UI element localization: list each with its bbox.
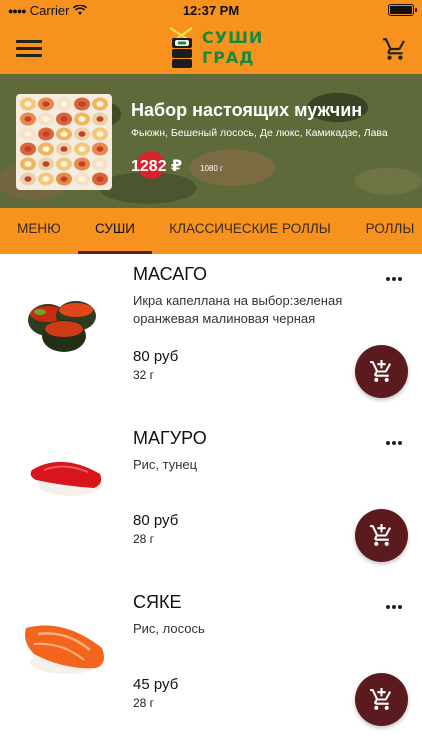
shopping-cart-icon[interactable]	[382, 36, 408, 62]
roll-filling	[24, 176, 32, 182]
item-description: Икра капеллана на выбор:зеленая оранжева…	[133, 293, 343, 326]
item-name: МАГУРО	[133, 428, 207, 448]
item-price: 80 руб	[133, 348, 179, 365]
add-to-cart-button[interactable]	[355, 673, 408, 726]
add-to-cart-icon	[370, 360, 392, 382]
more-options-icon[interactable]	[386, 596, 406, 609]
category-tabs: МЕНЮ СУШИ КЛАССИЧЕСКИЕ РОЛЛЫ РОЛЛЫ	[0, 208, 422, 254]
more-options-icon[interactable]	[386, 268, 406, 281]
tab-rolls[interactable]: РОЛЛЫ	[362, 208, 418, 254]
roll-filling	[60, 101, 68, 107]
logo: СУШИ ГРАД	[166, 26, 262, 70]
roll-filling	[42, 161, 50, 167]
item-weight: 28 г	[133, 532, 155, 546]
roll-filling	[78, 146, 86, 152]
roll-filling	[24, 116, 32, 122]
roll-filling	[42, 101, 50, 107]
item-price: 80 руб	[133, 512, 179, 529]
promo-title: Набор настоящих мужчин	[131, 100, 363, 120]
add-to-cart-button[interactable]	[355, 509, 408, 562]
item-description: Рис, лосось	[133, 621, 205, 636]
add-to-cart-icon	[370, 688, 392, 710]
battery-icon	[388, 4, 417, 16]
roll-filling	[24, 101, 32, 107]
tab-menu[interactable]: МЕНЮ	[16, 208, 62, 254]
roll-filling	[42, 176, 50, 182]
add-to-cart-icon	[370, 524, 392, 546]
item-name: МАСАГО	[133, 264, 207, 284]
item-name: СЯКЕ	[133, 592, 182, 612]
roll-filling	[96, 146, 104, 152]
roll-filling	[96, 131, 104, 137]
add-to-cart-button[interactable]	[355, 345, 408, 398]
list-item[interactable]: МАГУРО Рис, тунец 80 руб 28 г	[0, 420, 422, 584]
roll-filling	[42, 146, 50, 152]
roll-filling	[96, 161, 104, 167]
item-weight: 32 г	[133, 368, 155, 382]
roll-filling	[42, 131, 50, 137]
roll-filling	[24, 161, 32, 167]
logo-line-2: ГРАД	[202, 48, 255, 67]
roll-filling	[42, 116, 50, 122]
sake-image	[25, 625, 104, 674]
promo-price: 1282 ₽	[131, 158, 183, 175]
roll-filling	[60, 146, 68, 152]
app-header: СУШИ ГРАД	[0, 22, 422, 74]
roll-filling	[78, 116, 86, 122]
item-weight: 28 г	[133, 696, 155, 710]
promo-banner[interactable]: Набор настоящих мужчин Фьюжн, Бешеный ло…	[0, 74, 422, 208]
roll-filling	[78, 176, 86, 182]
roll-filling	[60, 131, 68, 137]
item-price: 45 руб	[133, 676, 179, 693]
promo-description: Фьюжн, Бешеный лосось, Де люкс, Камикадз…	[131, 127, 388, 139]
tab-classic-rolls[interactable]: КЛАССИЧЕСКИЕ РОЛЛЫ	[166, 208, 334, 254]
status-bar: ●●●● Carrier 12:37 PM	[0, 0, 422, 22]
roll-filling	[60, 161, 68, 167]
roll-filling	[60, 176, 68, 182]
hamburger-menu-icon[interactable]	[16, 36, 42, 60]
masago-image	[28, 301, 96, 352]
promo-weight: 1080 г	[200, 164, 223, 173]
sushi-logo-icon	[169, 27, 193, 68]
roll-filling	[78, 101, 86, 107]
clock: 12:37 PM	[182, 3, 240, 18]
roll-filling	[96, 101, 104, 107]
roll-set-image	[16, 94, 112, 190]
roll-filling	[78, 131, 86, 137]
item-description: Рис, тунец	[133, 457, 198, 472]
logo-line-1: СУШИ	[202, 28, 264, 47]
list-item[interactable]: СЯКЕ Рис, лосось 45 руб 28 г	[0, 584, 422, 748]
roll-filling	[96, 176, 104, 182]
list-item[interactable]: МАСАГО Икра капеллана на выбор:зеленая о…	[0, 256, 422, 420]
roll-filling	[24, 131, 32, 137]
tab-sushi[interactable]: СУШИ	[78, 208, 152, 254]
roll-filling	[60, 116, 68, 122]
roll-filling	[78, 161, 86, 167]
roll-filling	[96, 116, 104, 122]
roll-filling	[24, 146, 32, 152]
more-options-icon[interactable]	[386, 432, 406, 445]
maguro-image	[30, 461, 102, 496]
